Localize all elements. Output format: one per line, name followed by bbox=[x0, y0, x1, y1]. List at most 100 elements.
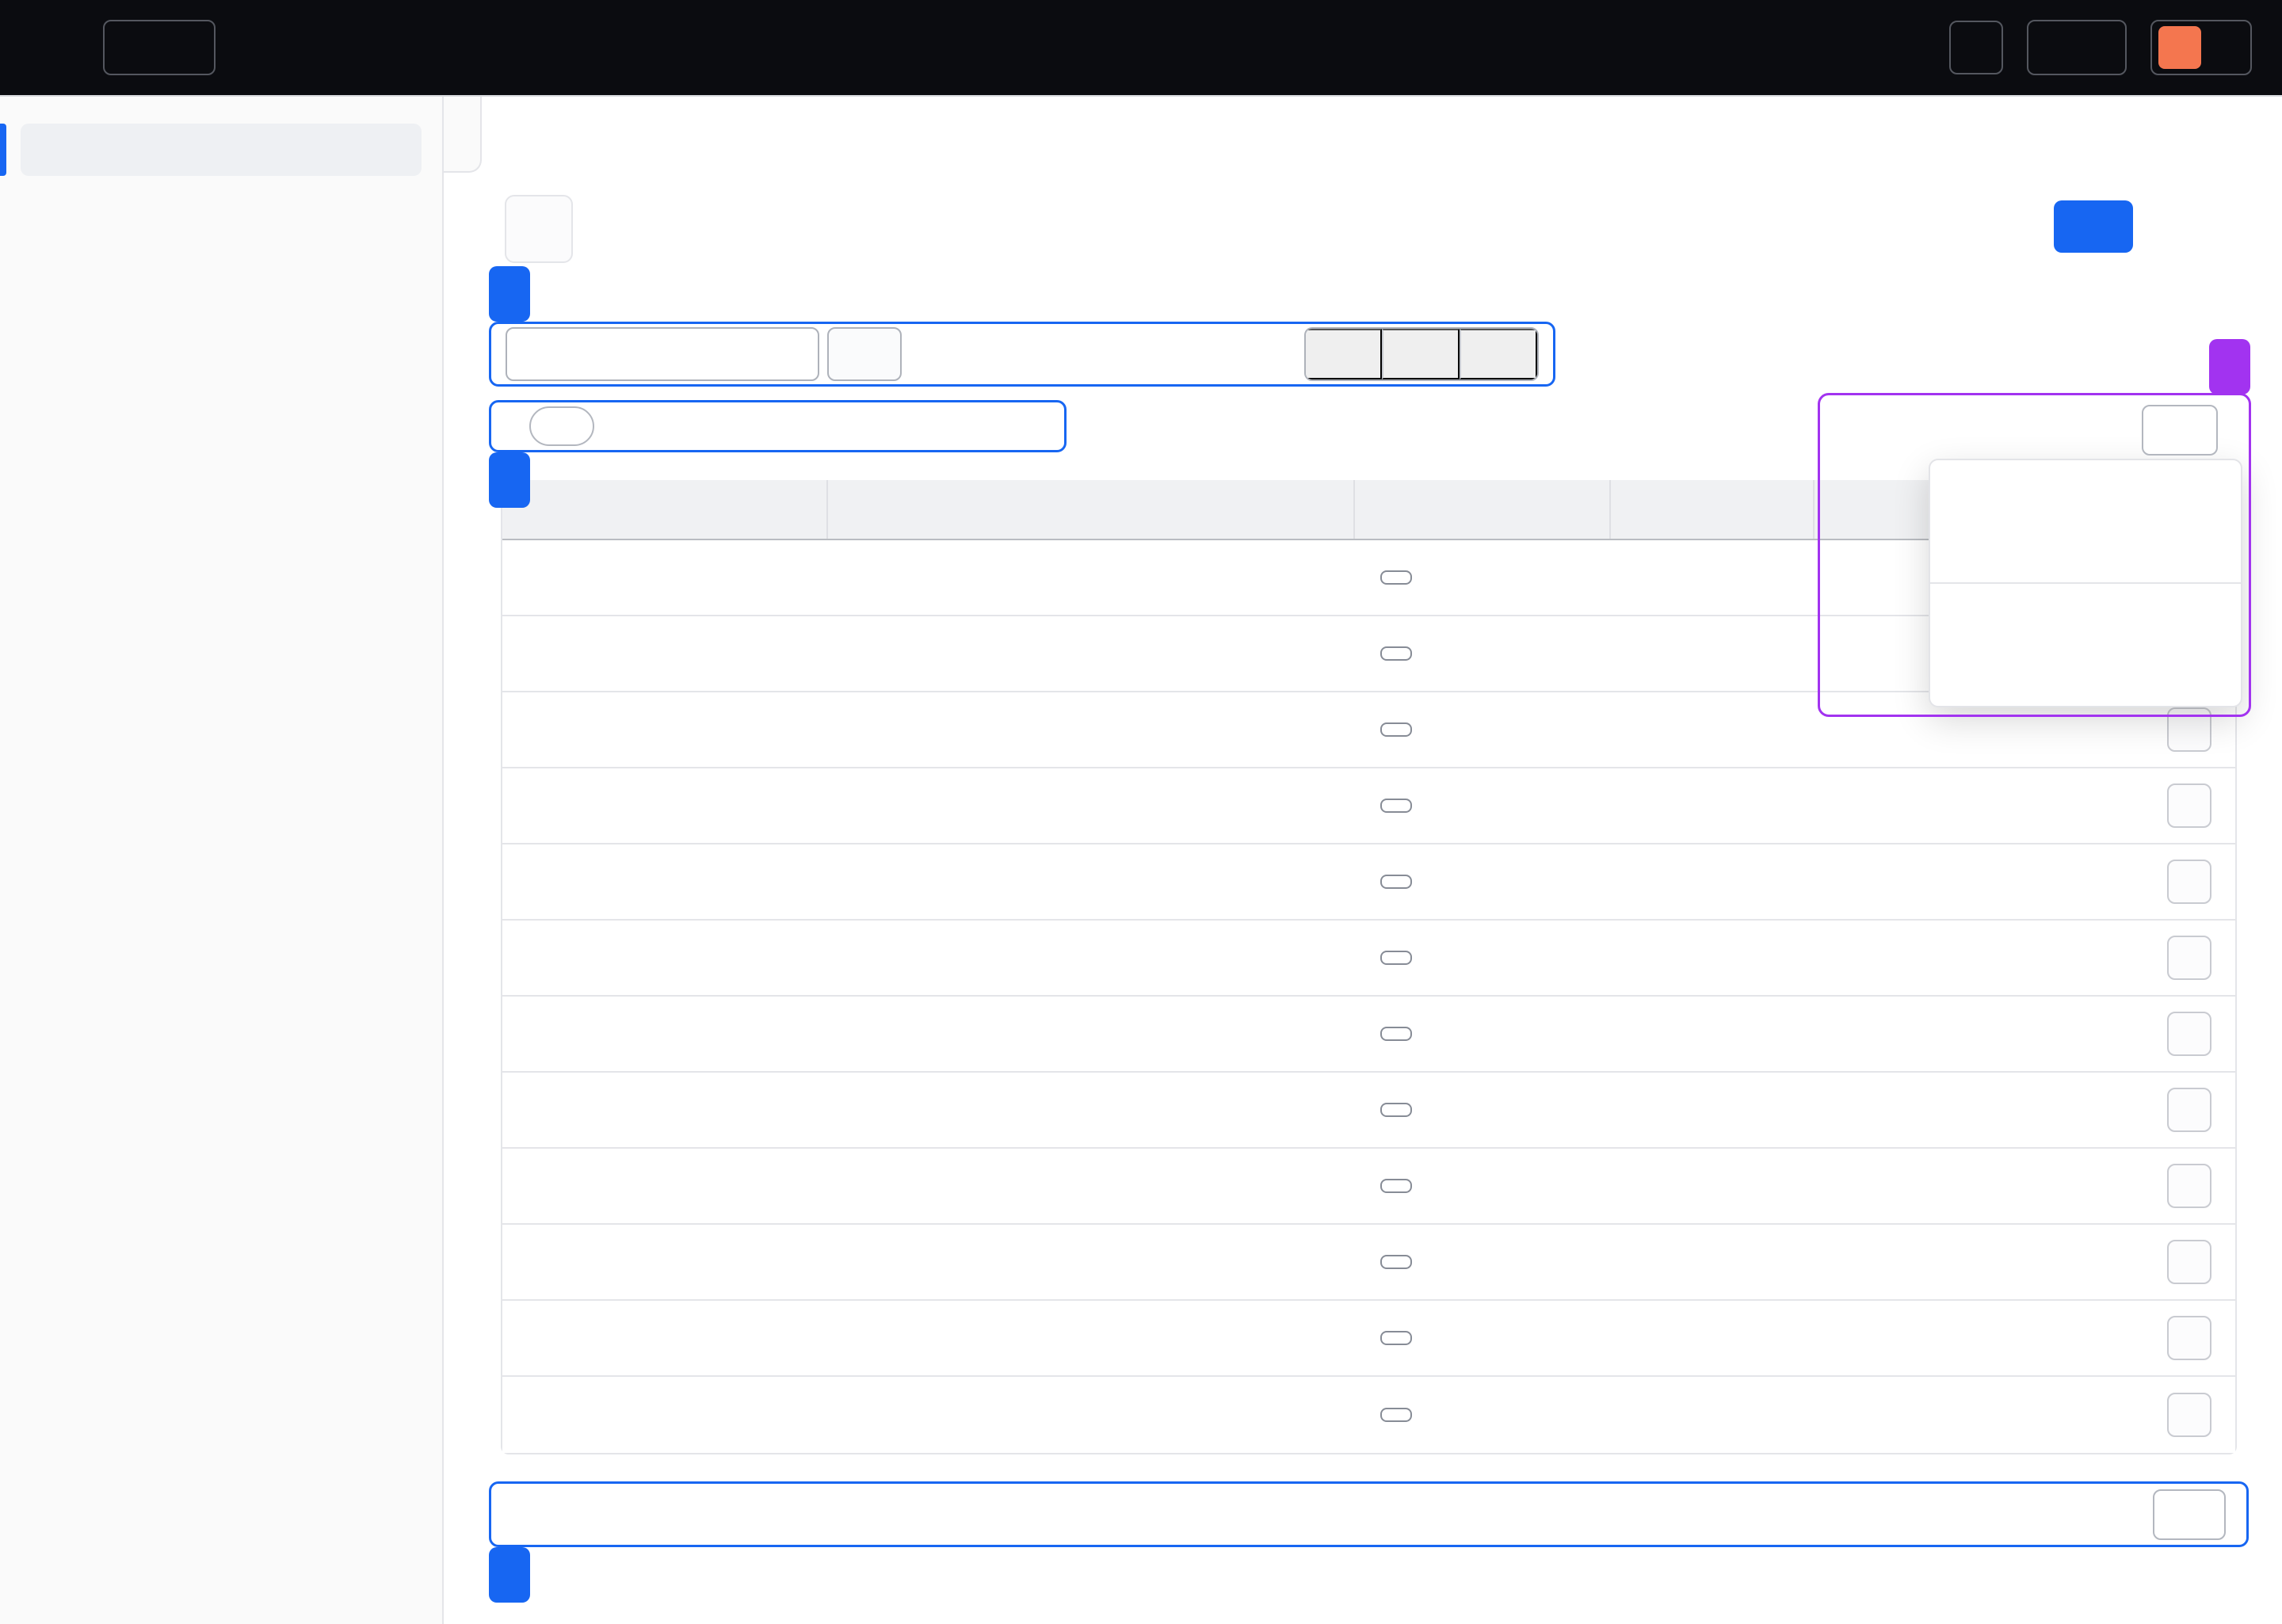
row-actions-button[interactable] bbox=[2167, 1316, 2211, 1360]
annotation-pagination bbox=[489, 1547, 530, 1603]
chevron-up-down-icon bbox=[2184, 1504, 2204, 1525]
cell-role bbox=[1353, 1073, 1609, 1147]
role-filter-dropdown[interactable] bbox=[1306, 329, 1382, 379]
row-actions-button[interactable] bbox=[2167, 1164, 2211, 1208]
row-actions-button[interactable] bbox=[2167, 1088, 2211, 1132]
help-menu-button[interactable] bbox=[2027, 20, 2127, 75]
cell-projects bbox=[1609, 616, 1813, 691]
sidebar-item-consul[interactable] bbox=[0, 304, 442, 364]
cell-auth-method bbox=[1813, 1377, 2108, 1453]
cell-email bbox=[826, 921, 1353, 995]
menu-item-delete-users[interactable] bbox=[1930, 524, 2241, 574]
previous-page-button[interactable] bbox=[1350, 1491, 1388, 1538]
project-switcher[interactable] bbox=[103, 20, 216, 75]
global-search-button[interactable] bbox=[1949, 21, 2003, 74]
sidebar-item-waypoint[interactable] bbox=[0, 545, 442, 605]
chevron-down-icon bbox=[1341, 345, 1358, 363]
search-users-field[interactable] bbox=[506, 327, 819, 381]
search-users-input[interactable] bbox=[555, 341, 802, 367]
role-badge bbox=[1380, 646, 1412, 661]
sidebar-item-billing[interactable] bbox=[0, 776, 442, 837]
cell-role bbox=[1353, 1225, 1609, 1299]
sidebar bbox=[0, 97, 444, 1624]
sidebar-item-vault[interactable] bbox=[0, 425, 442, 485]
column-header-projects[interactable] bbox=[1609, 480, 1813, 539]
role-badge bbox=[1380, 1408, 1412, 1422]
add-user-button[interactable] bbox=[2054, 200, 2133, 253]
cell-actions bbox=[2108, 997, 2235, 1071]
cell-actions bbox=[2108, 1301, 2235, 1375]
cell-role bbox=[1353, 844, 1609, 919]
cell-email bbox=[826, 1149, 1353, 1223]
cell-name bbox=[502, 1301, 826, 1375]
row-actions-button[interactable] bbox=[2167, 1393, 2211, 1437]
cell-email bbox=[826, 1377, 1353, 1453]
role-badge bbox=[1380, 799, 1412, 813]
row-actions-button[interactable] bbox=[2167, 1012, 2211, 1056]
column-header-email[interactable] bbox=[826, 480, 1353, 539]
cell-role bbox=[1353, 768, 1609, 843]
sidebar-item-boundary[interactable] bbox=[0, 244, 442, 304]
clear-filters-link[interactable] bbox=[615, 418, 639, 434]
sidebar-item-terraform[interactable] bbox=[0, 485, 442, 545]
actions-button[interactable] bbox=[2142, 405, 2218, 456]
menu-item-reset-selection[interactable] bbox=[1930, 642, 2241, 693]
cell-name bbox=[502, 692, 826, 767]
trash-icon bbox=[1952, 537, 1976, 561]
role-badge bbox=[1380, 1027, 1412, 1041]
pagination-bar bbox=[489, 1481, 2249, 1547]
sidebar-collapse-button[interactable] bbox=[444, 97, 482, 173]
github-icon bbox=[1840, 1097, 1865, 1123]
main-content bbox=[444, 97, 2282, 1624]
cell-projects bbox=[1609, 1301, 1813, 1375]
filter-chip[interactable] bbox=[529, 406, 594, 446]
waypoint-icon bbox=[44, 562, 70, 588]
column-header-name[interactable] bbox=[502, 480, 826, 539]
cell-name bbox=[502, 1225, 826, 1299]
cell-actions bbox=[2108, 1225, 2235, 1299]
table-row bbox=[502, 921, 2235, 997]
row-actions-button[interactable] bbox=[2167, 783, 2211, 828]
row-actions-button[interactable] bbox=[2167, 1240, 2211, 1284]
cell-actions bbox=[2108, 921, 2235, 995]
sidebar-item-packer[interactable] bbox=[0, 364, 442, 425]
refine-by-button[interactable] bbox=[827, 327, 902, 381]
sidebar-item-settings[interactable] bbox=[0, 837, 442, 897]
google-icon bbox=[1840, 1325, 1865, 1351]
chevron-down-icon bbox=[2085, 37, 2106, 58]
items-per-page-select[interactable] bbox=[2153, 1489, 2226, 1540]
cell-name bbox=[502, 1377, 826, 1453]
cell-projects bbox=[1609, 921, 1813, 995]
table-row bbox=[502, 997, 2235, 1073]
google-icon bbox=[1840, 869, 1865, 894]
chevron-down-icon bbox=[1496, 345, 1513, 363]
filter-dropdown-group bbox=[1304, 327, 1539, 381]
cell-actions bbox=[2108, 1149, 2235, 1223]
row-actions-button[interactable] bbox=[2167, 860, 2211, 904]
google-icon bbox=[1840, 565, 1865, 590]
cell-auth-method bbox=[1813, 1149, 2108, 1223]
projects-filter-dropdown[interactable] bbox=[1382, 329, 1460, 379]
role-badge bbox=[1380, 951, 1412, 965]
auth-method-filter-dropdown[interactable] bbox=[1460, 329, 1537, 379]
sidebar-item-hashicorp-virtual-networks[interactable] bbox=[0, 656, 442, 716]
menu-item-edit-users[interactable] bbox=[1930, 473, 2241, 524]
menu-item-select-entire-data-set[interactable] bbox=[1930, 592, 2241, 642]
account-menu-button[interactable] bbox=[2150, 20, 2252, 75]
document-icon bbox=[124, 35, 149, 60]
gear-icon bbox=[44, 854, 70, 879]
cell-projects bbox=[1609, 1225, 1813, 1299]
sidebar-item-access-control-iam[interactable] bbox=[0, 716, 442, 776]
row-actions-button[interactable] bbox=[2167, 936, 2211, 980]
ellipsis-icon bbox=[2180, 1405, 2199, 1424]
sidebar-item-overview[interactable] bbox=[21, 124, 422, 176]
organization-icon bbox=[501, 133, 523, 155]
cell-role bbox=[1353, 692, 1609, 767]
github-icon bbox=[1840, 793, 1865, 818]
column-header-role[interactable] bbox=[1353, 480, 1609, 539]
row-actions-button[interactable] bbox=[2167, 707, 2211, 752]
ellipsis-icon bbox=[2180, 1176, 2199, 1195]
google-icon bbox=[1840, 945, 1865, 970]
ellipsis-icon bbox=[2180, 948, 2199, 967]
cell-email bbox=[826, 1225, 1353, 1299]
